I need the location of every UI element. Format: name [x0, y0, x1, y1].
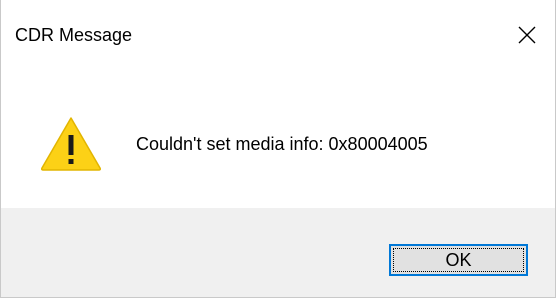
ok-button[interactable]: OK — [389, 244, 528, 276]
title-bar[interactable]: CDR Message — [1, 0, 555, 68]
ok-button-label: OK — [445, 250, 472, 270]
close-button[interactable] — [509, 17, 545, 53]
error-message: Couldn't set media info: 0x80004005 — [136, 134, 428, 154]
dialog-content: Couldn't set media info: 0x80004005 — [1, 68, 555, 208]
message-dialog: CDR Message Couldn't set media info: 0x8… — [0, 0, 556, 298]
warning-icon — [40, 117, 102, 171]
button-area: OK — [1, 208, 555, 297]
dialog-title: CDR Message — [15, 25, 133, 45]
close-icon — [518, 26, 536, 44]
